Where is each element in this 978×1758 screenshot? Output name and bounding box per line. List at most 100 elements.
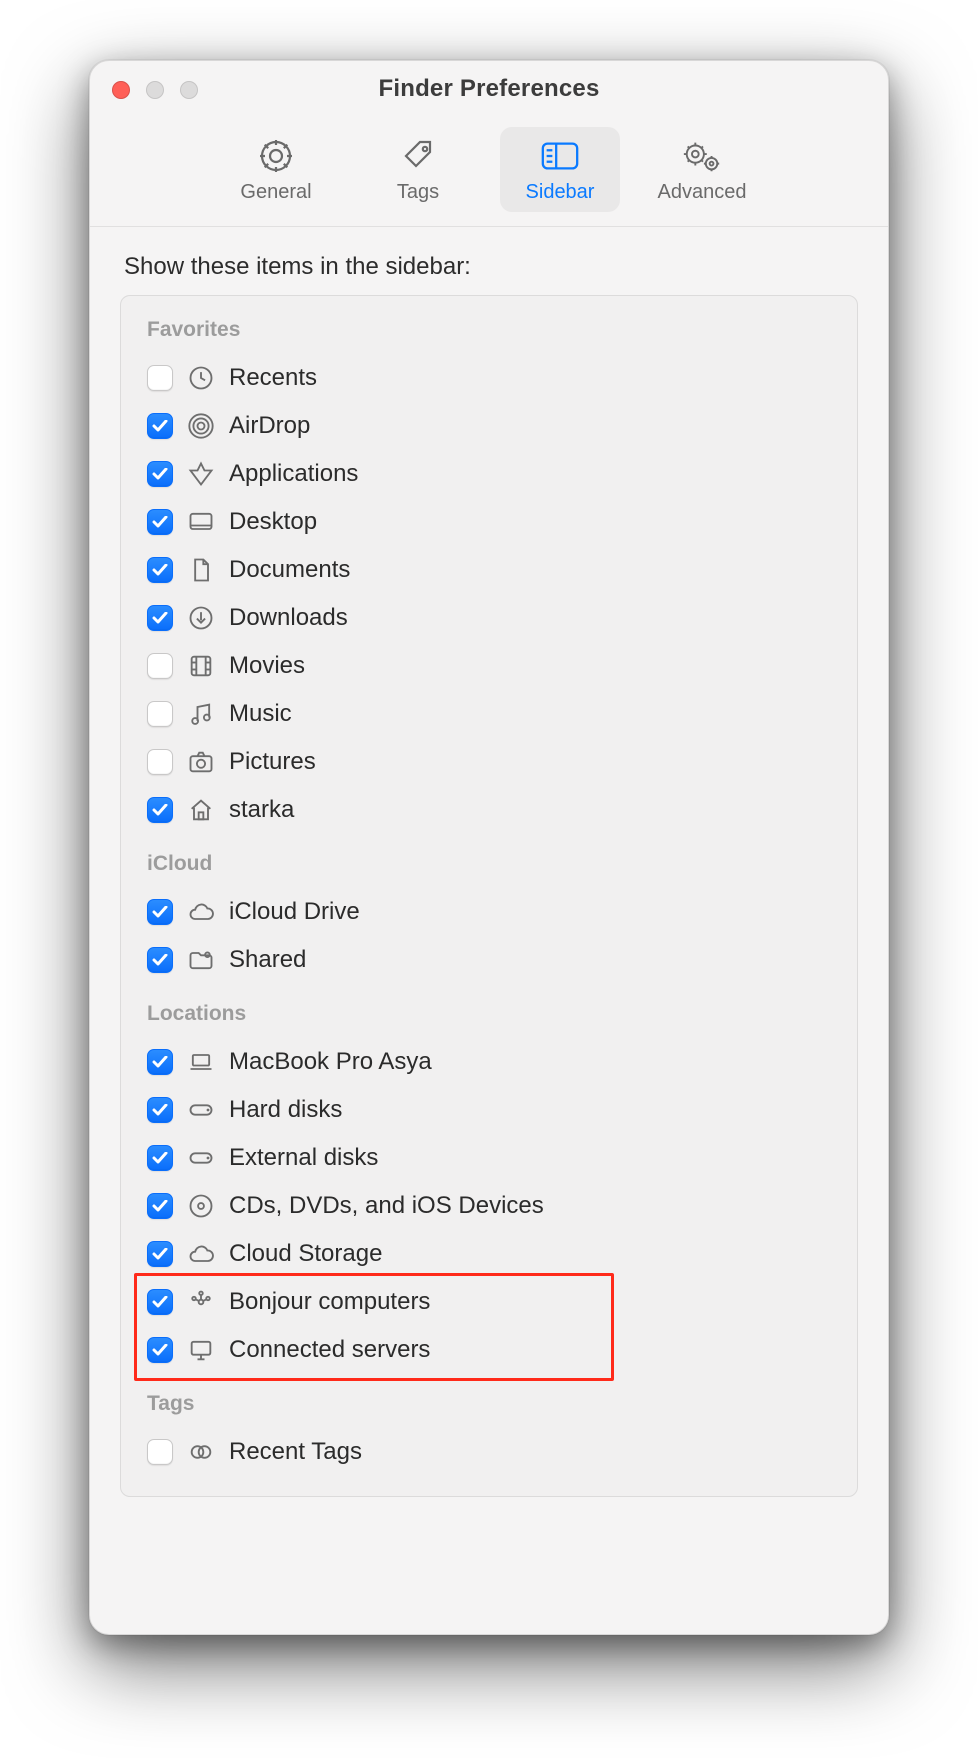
item-pictures: Pictures	[143, 738, 835, 786]
item-cloud-storage: Cloud Storage	[143, 1230, 835, 1278]
item-desktop: Desktop	[143, 498, 835, 546]
item-label: Recents	[229, 364, 317, 392]
titlebar: Finder Preferences	[90, 61, 888, 117]
checkbox[interactable]	[147, 1049, 173, 1075]
airdrop-icon	[187, 413, 215, 439]
checkbox[interactable]	[147, 413, 173, 439]
document-icon	[187, 557, 215, 583]
item-icloud-drive: iCloud Drive	[143, 888, 835, 936]
house-icon	[187, 797, 215, 823]
item-shared: Shared	[143, 936, 835, 984]
checkbox[interactable]	[147, 1289, 173, 1315]
item-optical-ios: CDs, DVDs, and iOS Devices	[143, 1182, 835, 1230]
tab-sidebar[interactable]: Sidebar	[500, 127, 620, 212]
preferences-toolbar: General Tags	[90, 117, 888, 227]
item-label: Recent Tags	[229, 1438, 362, 1466]
desktop-icon	[187, 509, 215, 535]
camera-icon	[187, 749, 215, 775]
checkbox[interactable]	[147, 365, 173, 391]
item-label: Downloads	[229, 604, 348, 632]
sidebar-icon	[539, 137, 581, 175]
sidebar-items-panel: Favorites Recents AirDrop Applications	[120, 295, 858, 1497]
disc-icon	[187, 1193, 215, 1219]
checkbox[interactable]	[147, 1337, 173, 1363]
fullscreen-button	[180, 81, 198, 99]
gears-icon	[681, 137, 723, 175]
item-label: Movies	[229, 652, 305, 680]
tag-icon	[397, 137, 439, 175]
checkbox[interactable]	[147, 749, 173, 775]
tab-label: Tags	[397, 181, 439, 204]
item-connected-servers: Connected servers	[143, 1326, 835, 1374]
checkbox[interactable]	[147, 947, 173, 973]
traffic-lights	[112, 81, 198, 99]
item-label: MacBook Pro Asya	[229, 1048, 432, 1076]
item-label: Documents	[229, 556, 350, 584]
tags-icon	[187, 1439, 215, 1465]
item-label: Music	[229, 700, 292, 728]
checkbox[interactable]	[147, 899, 173, 925]
item-label: Applications	[229, 460, 358, 488]
checkbox[interactable]	[147, 605, 173, 631]
item-documents: Documents	[143, 546, 835, 594]
item-downloads: Downloads	[143, 594, 835, 642]
item-music: Music	[143, 690, 835, 738]
hard-disk-icon	[187, 1097, 215, 1123]
checkbox[interactable]	[147, 1439, 173, 1465]
checkbox[interactable]	[147, 797, 173, 823]
item-label: Cloud Storage	[229, 1240, 382, 1268]
window-title: Finder Preferences	[90, 75, 888, 103]
checkbox[interactable]	[147, 461, 173, 487]
item-recent-tags: Recent Tags	[143, 1428, 835, 1476]
checkbox[interactable]	[147, 1097, 173, 1123]
section-header-tags: Tags	[147, 1392, 831, 1416]
section-header-locations: Locations	[147, 1002, 831, 1026]
content-area: Show these items in the sidebar: Favorit…	[90, 227, 888, 1527]
music-icon	[187, 701, 215, 727]
item-label: Pictures	[229, 748, 316, 776]
item-label: iCloud Drive	[229, 898, 360, 926]
tab-tags[interactable]: Tags	[358, 127, 478, 212]
tab-advanced[interactable]: Advanced	[642, 127, 762, 212]
checkbox[interactable]	[147, 1193, 173, 1219]
item-label: Bonjour computers	[229, 1288, 430, 1316]
checkbox[interactable]	[147, 653, 173, 679]
checkbox[interactable]	[147, 1145, 173, 1171]
clock-icon	[187, 365, 215, 391]
close-button[interactable]	[112, 81, 130, 99]
cloud-icon	[187, 899, 215, 925]
item-label: Hard disks	[229, 1096, 342, 1124]
item-movies: Movies	[143, 642, 835, 690]
checkbox[interactable]	[147, 701, 173, 727]
section-header-favorites: Favorites	[147, 318, 831, 342]
item-airdrop: AirDrop	[143, 402, 835, 450]
checkbox[interactable]	[147, 509, 173, 535]
tab-general[interactable]: General	[216, 127, 336, 212]
item-label: Desktop	[229, 508, 317, 536]
checkbox[interactable]	[147, 1241, 173, 1267]
preferences-window: Finder Preferences General	[89, 60, 889, 1635]
item-this-mac: MacBook Pro Asya	[143, 1038, 835, 1086]
checkbox[interactable]	[147, 557, 173, 583]
minimize-button	[146, 81, 164, 99]
gear-icon	[255, 137, 297, 175]
item-label: Connected servers	[229, 1336, 430, 1364]
item-label: starka	[229, 796, 294, 824]
display-icon	[187, 1337, 215, 1363]
bonjour-icon	[187, 1289, 215, 1315]
cloud-icon	[187, 1241, 215, 1267]
shared-folder-icon	[187, 947, 215, 973]
external-disk-icon	[187, 1145, 215, 1171]
item-bonjour: Bonjour computers	[143, 1278, 835, 1326]
item-applications: Applications	[143, 450, 835, 498]
section-header-icloud: iCloud	[147, 852, 831, 876]
tab-label: General	[240, 181, 311, 204]
item-label: External disks	[229, 1144, 378, 1172]
item-label: CDs, DVDs, and iOS Devices	[229, 1192, 544, 1220]
item-recents: Recents	[143, 354, 835, 402]
laptop-icon	[187, 1049, 215, 1075]
item-hard-disks: Hard disks	[143, 1086, 835, 1134]
downloads-icon	[187, 605, 215, 631]
sidebar-prompt: Show these items in the sidebar:	[124, 253, 858, 281]
item-label: AirDrop	[229, 412, 310, 440]
